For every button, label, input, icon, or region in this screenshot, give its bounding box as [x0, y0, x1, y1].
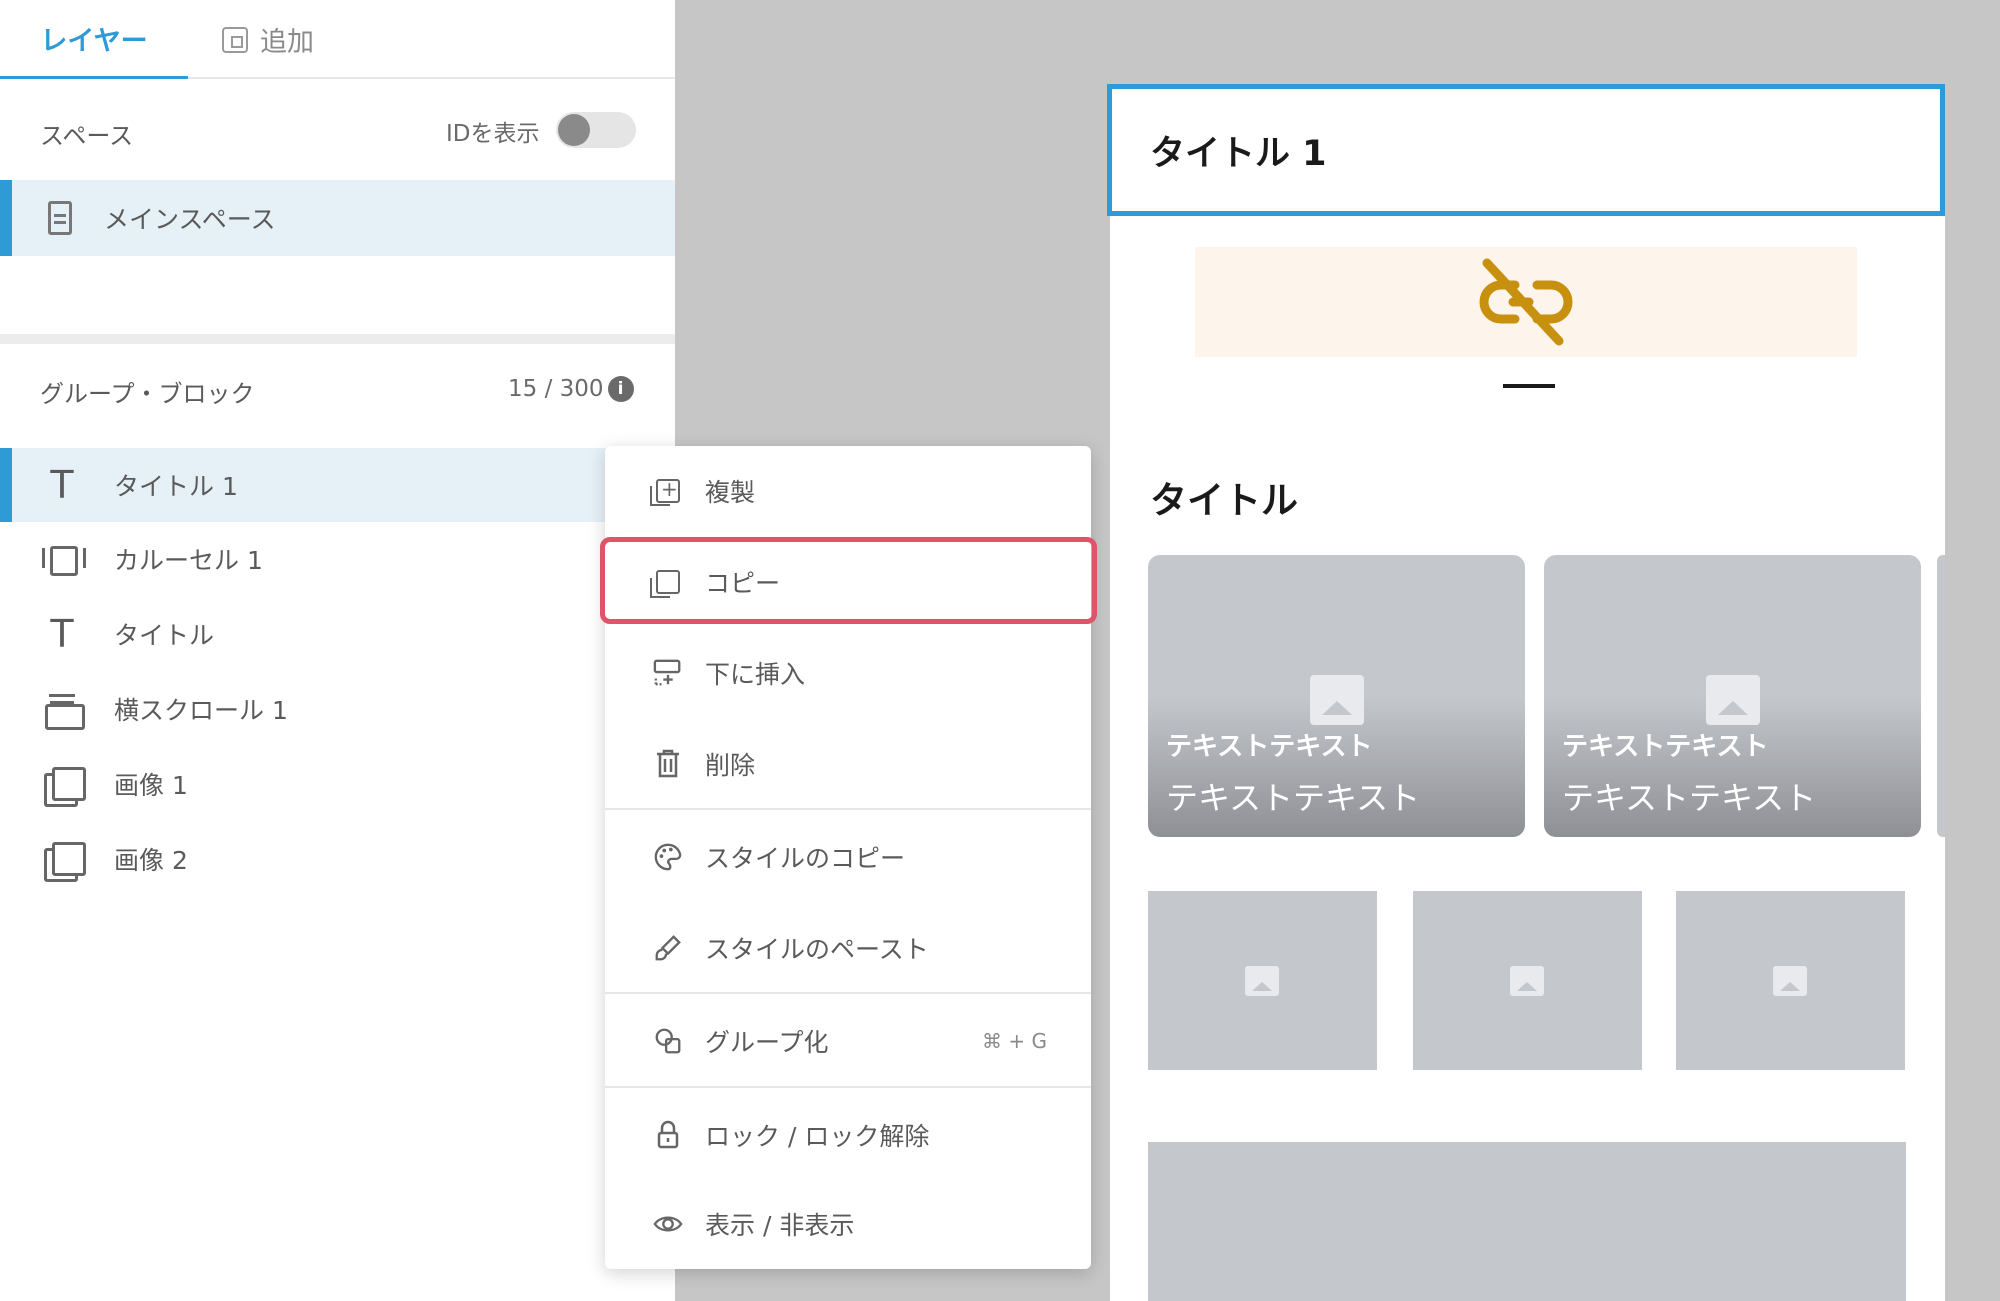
- trash-icon: [653, 749, 683, 779]
- broken-link-placeholder: [1195, 247, 1857, 357]
- menu-item-copy-style[interactable]: スタイルのコピー: [605, 812, 1091, 902]
- preview-title-text: タイトル 1: [1150, 133, 1327, 174]
- menu-item-group[interactable]: グループ化 ⌘ + G: [605, 996, 1091, 1086]
- image-placeholder-icon: [1510, 966, 1544, 996]
- layer-item-image-2[interactable]: 画像 2: [0, 822, 675, 896]
- group-icon: [653, 1026, 683, 1056]
- menu-item-label: 下に挿入: [705, 660, 806, 689]
- menu-item-insert-below[interactable]: 下に挿入: [605, 628, 1091, 718]
- menu-item-label: スタイルのコピー: [705, 844, 906, 873]
- layer-item-image-1[interactable]: 画像 1: [0, 747, 675, 821]
- brush-icon: [653, 933, 683, 963]
- group-section-label: グループ・ブロック: [40, 380, 255, 408]
- toggle-knob: [558, 114, 590, 146]
- duplicate-icon: [650, 476, 683, 506]
- layer-item-label: タイトル 1: [114, 472, 238, 501]
- text-icon: T: [50, 612, 74, 656]
- space-section-label: スペース: [40, 122, 134, 150]
- eye-icon: [653, 1209, 683, 1239]
- tab-add[interactable]: 追加: [222, 0, 314, 79]
- menu-item-visibility[interactable]: 表示 / 非表示: [605, 1179, 1091, 1269]
- image-icon: [40, 767, 86, 807]
- layer-item-label: 画像 1: [114, 771, 188, 800]
- image-placeholder-icon: [1706, 675, 1760, 725]
- text-icon: T: [50, 463, 74, 507]
- space-item-main[interactable]: メインスペース: [0, 180, 675, 256]
- menu-item-label: グループ化: [705, 1028, 829, 1057]
- carousel-icon: [40, 546, 86, 576]
- layer-item-label: カルーセル 1: [114, 546, 263, 575]
- tab-add-label: 追加: [260, 27, 314, 58]
- layer-item-title[interactable]: T タイトル: [0, 597, 675, 671]
- space-item-label: メインスペース: [104, 205, 276, 234]
- menu-item-label: 表示 / 非表示: [705, 1211, 855, 1240]
- info-icon[interactable]: i: [607, 376, 634, 402]
- image-placeholder-icon: [1245, 966, 1279, 996]
- preview-section-title: タイトル: [1150, 479, 1298, 522]
- layer-item-label: 横スクロール 1: [114, 696, 288, 725]
- broken-link-icon: [1479, 258, 1573, 346]
- menu-item-duplicate[interactable]: 複製: [605, 446, 1091, 536]
- add-block-icon: [222, 26, 248, 53]
- tab-layers[interactable]: レイヤー: [0, 0, 188, 79]
- shortcut-hint: ⌘ + G: [982, 1029, 1047, 1053]
- section-divider: [0, 334, 675, 344]
- page-icon: [48, 201, 72, 235]
- menu-item-label: 複製: [705, 478, 756, 507]
- horizontal-scroll-icon: [40, 694, 85, 730]
- image-block[interactable]: [1148, 1142, 1906, 1301]
- layer-item-label: タイトル: [114, 621, 215, 650]
- menu-separator: [605, 992, 1091, 994]
- menu-item-label: スタイルのペースト: [705, 935, 929, 964]
- menu-item-label: ロック / ロック解除: [705, 1122, 930, 1151]
- card-title: テキストテキスト: [1562, 732, 1769, 762]
- card-subtitle: テキストテキスト: [1562, 779, 1817, 817]
- image-placeholder-icon: [1310, 675, 1364, 725]
- show-id-label: IDを表示: [446, 121, 540, 147]
- divider-line: [1503, 384, 1555, 388]
- menu-separator: [605, 808, 1091, 810]
- carousel-card[interactable]: テキストテキスト テキストテキスト: [1544, 555, 1921, 837]
- layer-item-title-1[interactable]: T タイトル 1: [0, 448, 610, 522]
- menu-item-paste-style[interactable]: スタイルのペースト: [605, 903, 1091, 993]
- carousel-card[interactable]: テキストテキスト テキストテキスト: [1148, 555, 1525, 837]
- block-count: 15 / 300 i: [508, 376, 634, 402]
- menu-separator: [605, 1086, 1091, 1088]
- layer-item-horizontal-scroll-1[interactable]: 横スクロール 1: [0, 672, 675, 746]
- layer-item-label: 画像 2: [114, 846, 188, 875]
- card-title: テキストテキスト: [1166, 732, 1373, 762]
- menu-item-delete[interactable]: 削除: [605, 719, 1091, 809]
- lock-icon: [653, 1120, 683, 1150]
- scroll-tile[interactable]: [1413, 891, 1642, 1070]
- image-placeholder-icon: [1773, 966, 1807, 996]
- palette-icon: [653, 842, 683, 872]
- copy-highlight-frame: [600, 537, 1097, 624]
- menu-item-label: 削除: [705, 751, 756, 780]
- scroll-tile[interactable]: [1676, 891, 1905, 1070]
- carousel-card-partial: [1937, 555, 1945, 837]
- image-icon: [40, 842, 86, 882]
- block-count-value: 15 / 300: [508, 376, 604, 402]
- panel-tabs: レイヤー 追加: [0, 0, 675, 79]
- preview-title-block[interactable]: タイトル 1: [1107, 84, 1945, 216]
- menu-item-lock[interactable]: ロック / ロック解除: [605, 1090, 1091, 1180]
- layers-panel: レイヤー 追加 スペース IDを表示 メインスペース グループ・ブロック 15 …: [0, 0, 675, 1301]
- show-id-toggle[interactable]: [556, 112, 636, 148]
- layer-item-carousel-1[interactable]: カルーセル 1: [0, 522, 675, 596]
- card-subtitle: テキストテキスト: [1166, 779, 1421, 817]
- insert-below-icon: [653, 658, 683, 688]
- scroll-tile[interactable]: [1148, 891, 1377, 1070]
